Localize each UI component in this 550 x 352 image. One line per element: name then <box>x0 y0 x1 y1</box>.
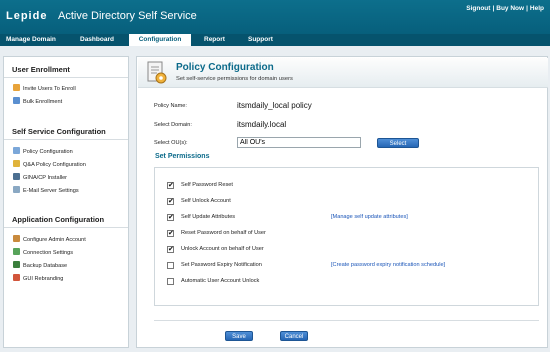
sidebar: User Enrollment Invite Users To Enroll B… <box>3 56 129 348</box>
sidebar-heading-application: Application Configuration <box>12 215 105 224</box>
database-icon <box>13 261 20 268</box>
expiry-schedule-link[interactable]: [Create password expiry notification sch… <box>331 261 445 270</box>
checkbox[interactable] <box>167 197 174 206</box>
sidebar-heading-self-service: Self Service Configuration <box>12 127 106 136</box>
sidebar-item-invite-users[interactable]: Invite Users To Enroll <box>13 84 76 94</box>
main-content: Policy Configuration Set self-service pe… <box>136 56 548 348</box>
permission-label: Reset Password on behalf of User <box>181 230 266 236</box>
invite-icon <box>13 84 20 91</box>
permission-label: Self Unlock Account <box>181 198 231 204</box>
policy-name-label: Policy Name: <box>154 103 187 109</box>
help-link[interactable]: Help <box>530 5 544 12</box>
checkbox[interactable] <box>167 278 174 285</box>
nav-manage-domain[interactable]: Manage Domain <box>6 34 56 46</box>
admin-icon <box>13 235 20 242</box>
checkbox[interactable] <box>167 181 174 190</box>
rebrand-icon <box>13 274 20 281</box>
installer-icon <box>13 173 20 180</box>
permissions-panel: Self Password Reset Self Unlock Account … <box>154 167 539 306</box>
sidebar-item-label: E-Mail Server Settings <box>23 188 79 194</box>
permission-label: Self Update Attributes <box>181 214 236 220</box>
sidebar-item-email-server[interactable]: E-Mail Server Settings <box>13 186 79 196</box>
page-title: Policy Configuration <box>176 62 274 73</box>
sidebar-divider <box>4 227 128 228</box>
connection-icon <box>13 248 20 255</box>
sidebar-item-gui-rebranding[interactable]: GUI Rebranding <box>13 274 63 284</box>
cancel-button[interactable]: Cancel <box>280 331 308 341</box>
sidebar-item-connection-settings[interactable]: Connection Settings <box>13 248 73 258</box>
nav-configuration[interactable]: Configuration <box>129 34 191 46</box>
select-ou-button[interactable]: Select <box>377 138 419 148</box>
ou-label: Select OU(s): <box>154 140 188 146</box>
signout-link[interactable]: Signout <box>466 5 490 12</box>
sidebar-item-label: Bulk Enrollment <box>23 99 63 105</box>
domain-value: itsmdaily.local <box>237 120 287 129</box>
app-header: Lepide Active Directory Self Service Sig… <box>0 0 550 34</box>
policy-name-value: itsmdaily_local policy <box>237 101 312 110</box>
sidebar-item-label: GINA/CP Installer <box>23 175 68 181</box>
bulk-enroll-icon <box>13 97 20 104</box>
checkbox[interactable] <box>167 213 174 222</box>
sidebar-item-label: Backup Database <box>23 263 68 269</box>
nav-report[interactable]: Report <box>204 34 225 46</box>
nav-support[interactable]: Support <box>248 34 273 46</box>
email-icon <box>13 186 20 193</box>
lepide-logo: Lepide <box>6 10 48 22</box>
sidebar-item-label: GUI Rebranding <box>23 276 64 282</box>
sidebar-item-label: Policy Configuration <box>23 149 73 155</box>
qa-icon <box>13 160 20 167</box>
sidebar-item-gina-installer[interactable]: GINA/CP Installer <box>13 173 67 183</box>
main-nav: Manage Domain Dashboard Configuration Re… <box>0 34 550 46</box>
sidebar-item-label: Q&A Policy Configuration <box>23 162 86 168</box>
sidebar-item-qa-policy[interactable]: Q&A Policy Configuration <box>13 160 86 170</box>
permission-label: Unlock Account on behalf of User <box>181 246 264 252</box>
sidebar-item-label: Invite Users To Enroll <box>23 86 76 92</box>
save-button[interactable]: Save <box>225 331 253 341</box>
permission-label: Automatic User Account Unlock <box>181 278 260 284</box>
manage-attributes-link[interactable]: [Manage self update attributes] <box>331 213 408 222</box>
sidebar-item-backup-database[interactable]: Backup Database <box>13 261 67 271</box>
sidebar-item-policy-configuration[interactable]: Policy Configuration <box>13 147 73 157</box>
page-subtitle: Set self-service permissions for domain … <box>176 76 293 82</box>
checkbox[interactable] <box>167 229 174 238</box>
sidebar-item-label: Connection Settings <box>23 250 74 256</box>
footer-divider <box>154 320 539 321</box>
sidebar-item-label: Configure Admin Account <box>23 237 86 243</box>
top-links: Signout | Buy Now | Help <box>466 5 544 12</box>
permissions-heading: Set Permissions <box>155 153 210 160</box>
permission-label: Set Password Expiry Notification <box>181 262 262 268</box>
sidebar-divider <box>4 139 128 140</box>
policy-config-icon <box>147 61 167 84</box>
domain-label: Select Domain: <box>154 122 192 128</box>
sidebar-divider <box>4 77 128 78</box>
nav-dashboard[interactable]: Dashboard <box>80 34 114 46</box>
sidebar-item-admin-account[interactable]: Configure Admin Account <box>13 235 86 245</box>
checkbox[interactable] <box>167 262 174 269</box>
sidebar-heading-user-enrollment: User Enrollment <box>12 65 70 74</box>
policy-icon <box>13 147 20 154</box>
checkbox[interactable] <box>167 245 174 254</box>
ou-input[interactable] <box>237 137 361 148</box>
buy-now-link[interactable]: Buy Now <box>496 5 524 12</box>
page-banner: Policy Configuration Set self-service pe… <box>138 58 548 88</box>
sidebar-item-bulk-enrollment[interactable]: Bulk Enrollment <box>13 97 62 107</box>
permission-label: Self Password Reset <box>181 182 233 188</box>
app-title: Active Directory Self Service <box>58 10 197 22</box>
